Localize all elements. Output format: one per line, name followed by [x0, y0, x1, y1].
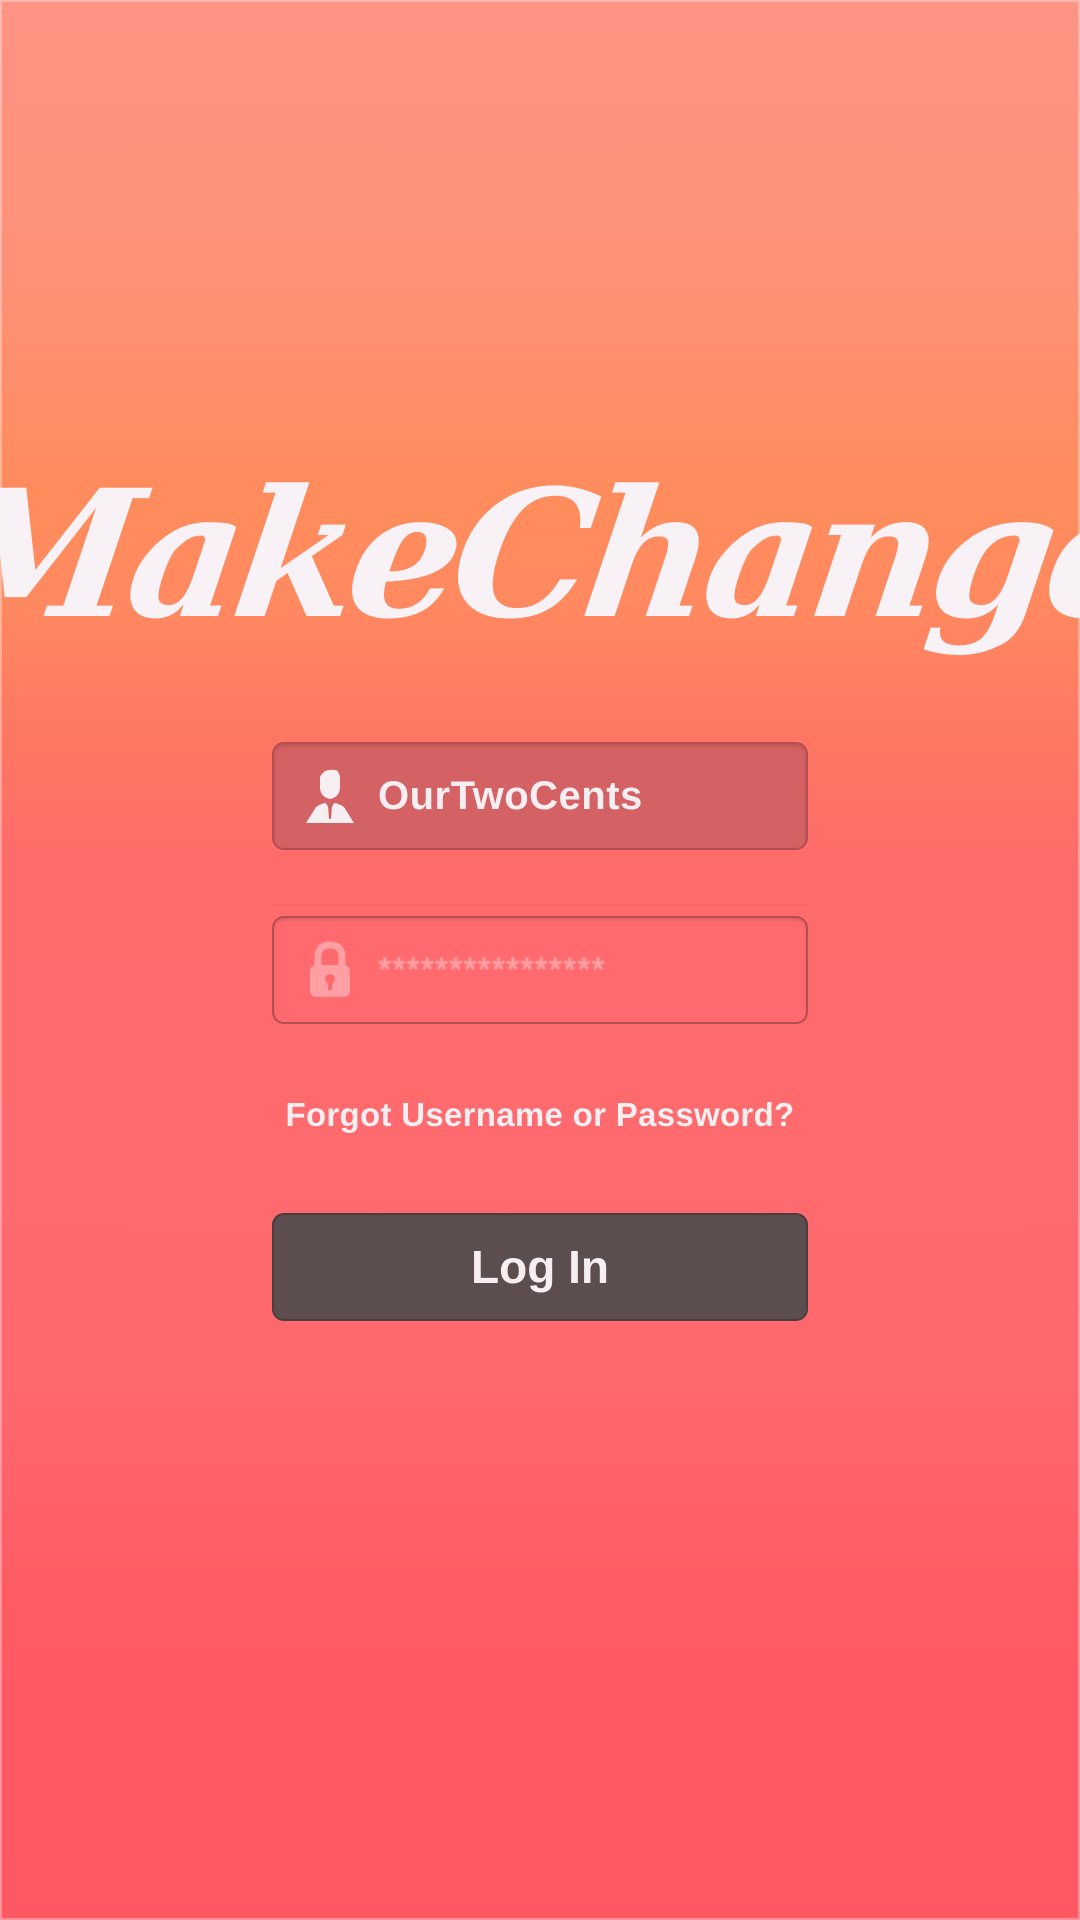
forgot-credentials-link[interactable]: Forgot Username or Password?: [0, 1096, 1080, 1134]
username-field[interactable]: OurTwoCents: [272, 742, 808, 850]
svg-text:MakeChange: MakeChange: [0, 451, 1080, 658]
app-logo: MakeChange: [0, 440, 1080, 680]
password-value: ****************: [378, 950, 606, 989]
username-value: OurTwoCents: [378, 773, 643, 818]
user-icon: [298, 764, 362, 828]
password-field[interactable]: ****************: [272, 916, 808, 1024]
lock-icon: [298, 938, 362, 1002]
login-button[interactable]: Log In: [272, 1213, 808, 1321]
field-divider: [272, 904, 808, 905]
